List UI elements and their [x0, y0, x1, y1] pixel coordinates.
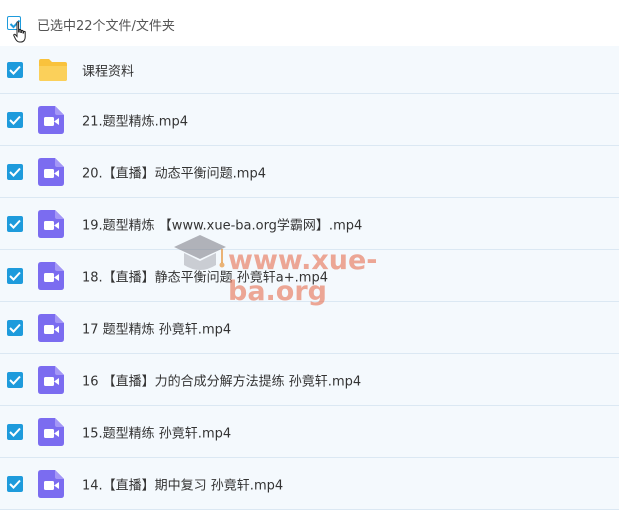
hand-pointer-icon: [13, 21, 26, 43]
checkmark-icon: [9, 65, 21, 75]
row-checkbox[interactable]: [7, 267, 23, 284]
file-name: 21.题型精炼.mp4: [82, 114, 188, 129]
file-list: 课程资料 21.题型精炼.mp4 20.【直播】动态平衡问题.mp4 19.题型…: [0, 46, 619, 510]
row-checkbox[interactable]: [7, 215, 23, 232]
file-name: 18.【直播】静态平衡问题 孙竟轩a+.mp4: [82, 270, 328, 285]
file-name: 16 【直播】力的合成分解方法提练 孙竟轩.mp4: [82, 374, 362, 389]
file-name: 14.【直播】期中复习 孙竟轩.mp4: [82, 478, 284, 493]
video-file-icon: [38, 209, 64, 238]
selection-header: 已选中22个文件/文件夹: [0, 0, 619, 46]
checkmark-icon: [9, 219, 21, 229]
row-checkbox[interactable]: [7, 319, 23, 336]
checkmark-icon: [9, 427, 21, 437]
video-file-icon: [38, 157, 64, 186]
list-item[interactable]: 19.题型精炼 【www.xue-ba.org学霸网】.mp4: [0, 198, 619, 250]
checkmark-icon: [9, 479, 21, 489]
row-checkbox[interactable]: [7, 475, 23, 492]
list-item[interactable]: 15.题型精练 孙竟轩.mp4: [0, 406, 619, 458]
row-checkbox[interactable]: [7, 163, 23, 180]
file-name: 15.题型精练 孙竟轩.mp4: [82, 426, 232, 441]
video-file-icon: [38, 365, 64, 394]
file-name: 20.【直播】动态平衡问题.mp4: [82, 166, 266, 181]
row-checkbox[interactable]: [7, 61, 23, 78]
video-file-icon: [38, 417, 64, 446]
list-item[interactable]: 21.题型精炼.mp4: [0, 94, 619, 146]
video-file-icon: [38, 105, 64, 134]
video-file-icon: [38, 313, 64, 342]
checkmark-icon: [9, 115, 21, 125]
folder-icon: [39, 58, 67, 81]
list-item[interactable]: 14.【直播】期中复习 孙竟轩.mp4: [0, 458, 619, 510]
row-checkbox[interactable]: [7, 423, 23, 440]
list-item[interactable]: 16 【直播】力的合成分解方法提练 孙竟轩.mp4: [0, 354, 619, 406]
video-file-icon: [38, 469, 64, 498]
row-checkbox[interactable]: [7, 371, 23, 388]
checkmark-icon: [9, 323, 21, 333]
list-item[interactable]: 20.【直播】动态平衡问题.mp4: [0, 146, 619, 198]
video-file-icon: [38, 261, 64, 290]
file-name: 17 题型精炼 孙竟轩.mp4: [82, 322, 232, 337]
list-item[interactable]: 课程资料: [0, 46, 619, 94]
list-item[interactable]: 18.【直播】静态平衡问题 孙竟轩a+.mp4: [0, 250, 619, 302]
row-checkbox[interactable]: [7, 111, 23, 128]
checkmark-icon: [9, 375, 21, 385]
list-item[interactable]: 17 题型精炼 孙竟轩.mp4: [0, 302, 619, 354]
checkmark-icon: [9, 167, 21, 177]
selection-count-label: 已选中22个文件/文件夹: [37, 19, 175, 34]
file-name: 课程资料: [82, 64, 135, 79]
file-name: 19.题型精炼 【www.xue-ba.org学霸网】.mp4: [82, 218, 363, 233]
checkmark-icon: [9, 271, 21, 281]
